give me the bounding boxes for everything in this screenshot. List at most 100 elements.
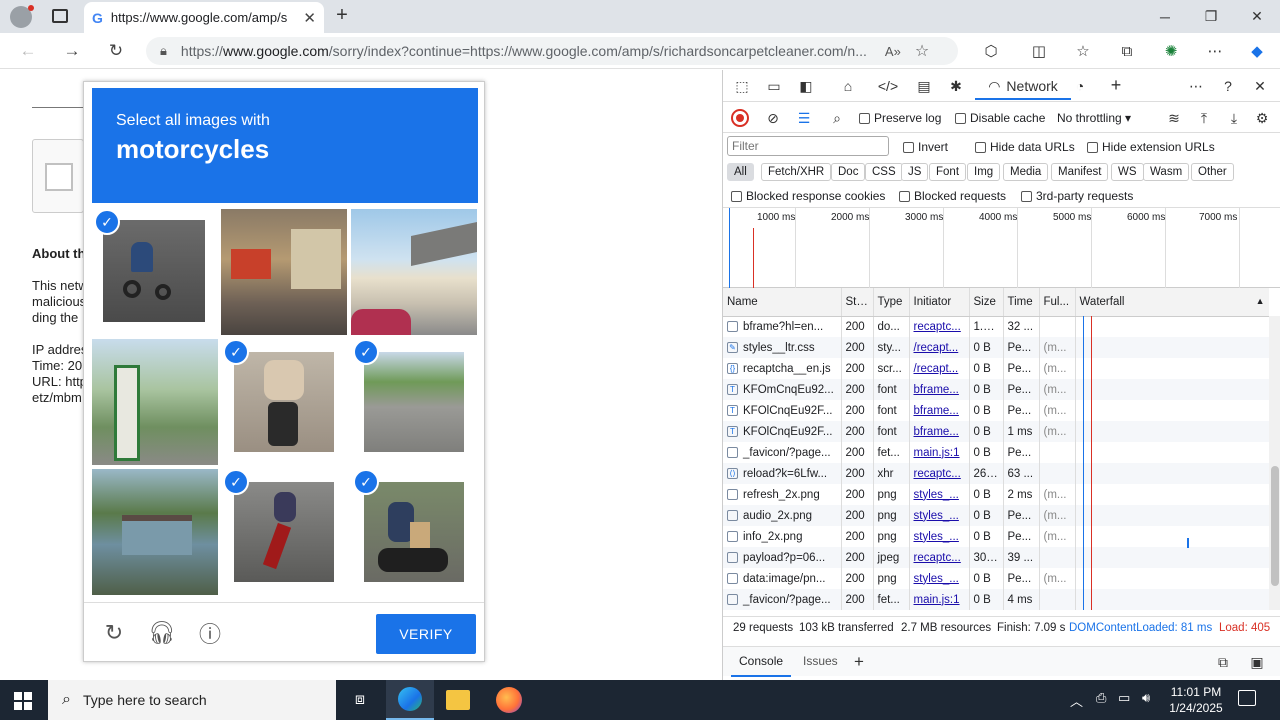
favorite-star-icon[interactable]: ☆ <box>915 41 929 61</box>
notifications-icon[interactable] <box>1238 690 1256 706</box>
favorites-icon[interactable]: ☆ <box>1068 39 1098 63</box>
type-filter-manifest[interactable]: Manifest <box>1051 163 1109 181</box>
table-row[interactable]: ⟨⟩ reload?k=6Lfw... 200 xhr recaptc... 26....… <box>723 463 1269 484</box>
captcha-tile[interactable] <box>92 469 218 595</box>
help-icon[interactable]: ? <box>1217 76 1239 96</box>
type-filter-all[interactable]: All <box>727 163 754 181</box>
record-icon[interactable] <box>731 109 749 127</box>
file-explorer-icon[interactable] <box>446 690 470 710</box>
taskbar-search[interactable]: ⌕ Type here to search <box>48 680 336 720</box>
reload-icon[interactable]: ↻ <box>102 39 130 63</box>
cell-initiator[interactable]: styles_... <box>909 484 970 505</box>
type-filter-media[interactable]: Media <box>1003 163 1049 181</box>
network-conditions-icon[interactable]: ≋ <box>1163 108 1185 128</box>
cell-initiator[interactable]: bframe... <box>909 379 970 400</box>
type-filter-fetch[interactable]: Fetch/XHR <box>761 163 832 181</box>
disable-cache-checkbox[interactable]: Disable cache <box>955 111 1045 125</box>
captcha-tile[interactable]: ✓ <box>351 339 477 465</box>
table-row[interactable]: T KFOlCnqEu92F... 200 font bframe... 0 B 1 ms (… <box>723 421 1269 442</box>
drawer-tab-issues[interactable]: Issues <box>795 647 846 677</box>
sources-icon[interactable]: ✱ <box>945 76 967 96</box>
elements-icon[interactable]: </> <box>875 76 901 96</box>
restore-icon[interactable]: ❐ <box>1188 0 1234 33</box>
table-scrollbar[interactable] <box>1269 316 1280 610</box>
minimize-icon[interactable]: ─ <box>1142 0 1188 33</box>
type-filter-wasm[interactable]: Wasm <box>1143 163 1190 181</box>
type-filter-css[interactable]: CSS <box>865 163 903 181</box>
col-fulfilled[interactable]: Ful... <box>1039 288 1076 317</box>
back-icon[interactable]: ← <box>14 39 42 63</box>
cell-initiator[interactable]: /recapt... <box>909 337 970 358</box>
split-screen-icon[interactable]: ◫ <box>1024 39 1054 63</box>
drawer-add-icon[interactable]: + <box>849 652 869 672</box>
table-row[interactable]: audio_2x.png 200 png styles_... 0 B Pe... (m..… <box>723 505 1269 526</box>
collections-icon[interactable]: ⧉ <box>1112 39 1142 63</box>
blocked-cookies-checkbox[interactable]: Blocked response cookies <box>731 189 885 203</box>
inspect-element-icon[interactable]: ⬚ <box>731 76 753 96</box>
captcha-tile[interactable]: ✓ <box>92 209 218 335</box>
hide-extension-urls-checkbox[interactable]: Hide extension URLs <box>1087 140 1215 154</box>
hide-data-urls-checkbox[interactable]: Hide data URLs <box>975 140 1075 154</box>
drawer-screencast-icon[interactable]: ▣ <box>1247 652 1267 672</box>
captcha-tile[interactable]: ✓ <box>221 339 347 465</box>
recaptcha-checkbox[interactable] <box>45 163 73 191</box>
taskbar-clock[interactable]: 11:01 PM 1/24/2025 <box>1164 684 1228 716</box>
new-tab-icon[interactable]: + <box>330 4 354 28</box>
col-status[interactable]: Sta... <box>841 288 874 317</box>
read-aloud-icon[interactable]: A» <box>885 44 901 59</box>
url-text[interactable]: https://www.google.com/sorry/index?conti… <box>181 43 871 59</box>
cell-initiator[interactable]: bframe... <box>909 400 970 421</box>
devtools-close-icon[interactable]: ✕ <box>1249 76 1271 96</box>
type-filter-font[interactable]: Font <box>929 163 967 181</box>
cell-initiator[interactable]: recaptc... <box>909 463 970 484</box>
performance-icon[interactable]: ✺ <box>1156 39 1186 63</box>
performance-tab-icon[interactable]: ◔ <box>1069 76 1091 96</box>
col-waterfall[interactable]: Waterfall ▲ <box>1075 288 1269 317</box>
tray-network-icon[interactable]: ▭ <box>1118 690 1130 706</box>
tray-chevron-icon[interactable]: ︿ <box>1070 691 1083 710</box>
captcha-tile[interactable]: ✓ <box>221 469 347 595</box>
export-har-icon[interactable]: ⤓ <box>1223 108 1245 128</box>
table-row[interactable]: T KFOlCnqEu92F... 200 font bframe... 0 B Pe...… <box>723 400 1269 421</box>
windows-start-icon[interactable] <box>14 692 32 710</box>
table-row[interactable]: refresh_2x.png 200 png styles_... 0 B 2 ms (m.… <box>723 484 1269 505</box>
cell-initiator[interactable]: recaptc... <box>909 316 970 337</box>
drawer-tab-console[interactable]: Console <box>731 647 792 677</box>
verify-button[interactable]: VERIFY <box>376 614 476 654</box>
console-icon[interactable]: ▤ <box>913 76 935 96</box>
firefox-icon[interactable] <box>496 687 522 713</box>
third-party-checkbox[interactable]: 3rd-party requests <box>1021 189 1133 203</box>
scrollbar-thumb[interactable] <box>1271 466 1279 586</box>
type-filter-other[interactable]: Other <box>1191 163 1234 181</box>
cell-initiator[interactable]: styles_... <box>909 526 970 547</box>
tray-device-icon[interactable]: ⎙ <box>1096 690 1106 706</box>
cell-initiator[interactable]: styles_... <box>909 505 970 526</box>
window-close-icon[interactable]: ✕ <box>1234 0 1280 33</box>
cell-initiator[interactable]: styles_... <box>909 568 970 589</box>
recaptcha-widget[interactable] <box>32 139 84 213</box>
cell-initiator[interactable]: main.js:1 <box>909 589 970 610</box>
invert-checkbox[interactable]: Invert <box>903 140 948 154</box>
throttling-select[interactable]: No throttling ▾ <box>1057 111 1131 125</box>
type-filter-ws[interactable]: WS <box>1111 163 1144 181</box>
browser-tab[interactable]: G https://www.google.com/amp/s ✕ <box>84 2 324 33</box>
table-row[interactable]: _favicon/?page... 200 fet... main.js:1 0 B Pe… <box>723 442 1269 463</box>
captcha-tile[interactable] <box>351 209 477 335</box>
type-filter-doc[interactable]: Doc <box>831 163 866 181</box>
cell-initiator[interactable]: recaptc... <box>909 547 970 568</box>
devtools-more-icon[interactable]: ⋯ <box>1185 76 1207 96</box>
address-bar[interactable]: 🔒︎ https://www.google.com/sorry/index?co… <box>146 37 958 65</box>
col-size[interactable]: Size <box>969 288 1004 317</box>
welcome-home-icon[interactable]: ⌂ <box>837 76 859 96</box>
preserve-log-checkbox[interactable]: Preserve log <box>859 111 941 125</box>
col-name[interactable]: Name <box>723 288 842 317</box>
device-toolbar-icon[interactable]: ▭ <box>763 76 785 96</box>
captcha-tile[interactable] <box>92 339 218 465</box>
timeline-overview[interactable]: 1000 ms 2000 ms 3000 ms 4000 ms 5000 ms … <box>723 208 1280 288</box>
tab-actions-icon[interactable] <box>52 9 68 23</box>
dock-icon[interactable]: ◧ <box>795 76 817 96</box>
filter-icon[interactable]: ☰ <box>793 108 815 128</box>
refresh-icon[interactable]: ↻ <box>100 619 128 647</box>
captcha-tile[interactable]: ✓ <box>351 469 477 595</box>
forward-icon[interactable]: → <box>58 39 86 63</box>
